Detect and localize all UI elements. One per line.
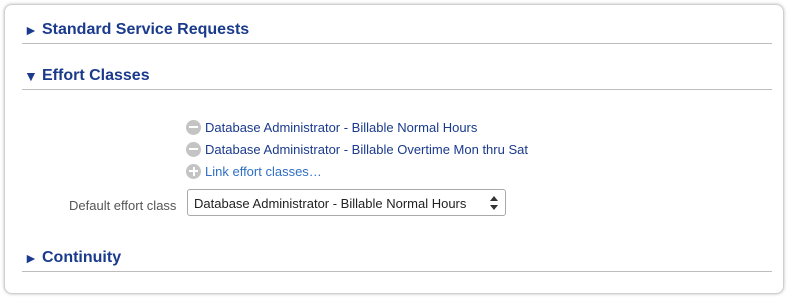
remove-minus-circle-icon[interactable] (186, 141, 201, 157)
effort-class-label: Database Administrator - Billable Normal… (205, 119, 478, 135)
details-panel: ► Standard Service Requests ▼ Effort Cla… (4, 4, 784, 294)
add-plus-circle-icon[interactable] (186, 163, 201, 179)
section-standard-service-requests[interactable]: ► Standard Service Requests (22, 20, 772, 44)
section-title-continuity[interactable]: Continuity (42, 249, 121, 267)
effort-class-item: Database Administrator - Billable Overti… (186, 140, 528, 158)
link-effort-classes-row[interactable]: Link effort classes… (186, 162, 322, 180)
select-up-down-arrows-icon (490, 196, 498, 210)
effort-class-label: Database Administrator - Billable Overti… (205, 141, 528, 157)
collapse-arrow-icon[interactable]: ▼ (24, 68, 38, 84)
section-title-standard-service-requests[interactable]: Standard Service Requests (42, 21, 249, 39)
section-title-effort-classes[interactable]: Effort Classes (42, 67, 150, 85)
default-effort-class-select[interactable]: Database Administrator - Billable Normal… (187, 189, 506, 216)
default-effort-class-label: Default effort class (69, 198, 177, 213)
section-effort-classes[interactable]: ▼ Effort Classes (22, 66, 772, 90)
section-continuity[interactable]: ► Continuity (22, 248, 772, 272)
expand-arrow-icon[interactable]: ► (24, 22, 38, 38)
expand-arrow-icon[interactable]: ► (24, 250, 38, 266)
remove-minus-circle-icon[interactable] (186, 119, 201, 135)
link-effort-classes-link[interactable]: Link effort classes… (205, 164, 322, 179)
default-effort-class-value: Database Administrator - Billable Normal… (194, 196, 467, 211)
effort-class-item: Database Administrator - Billable Normal… (186, 118, 477, 136)
